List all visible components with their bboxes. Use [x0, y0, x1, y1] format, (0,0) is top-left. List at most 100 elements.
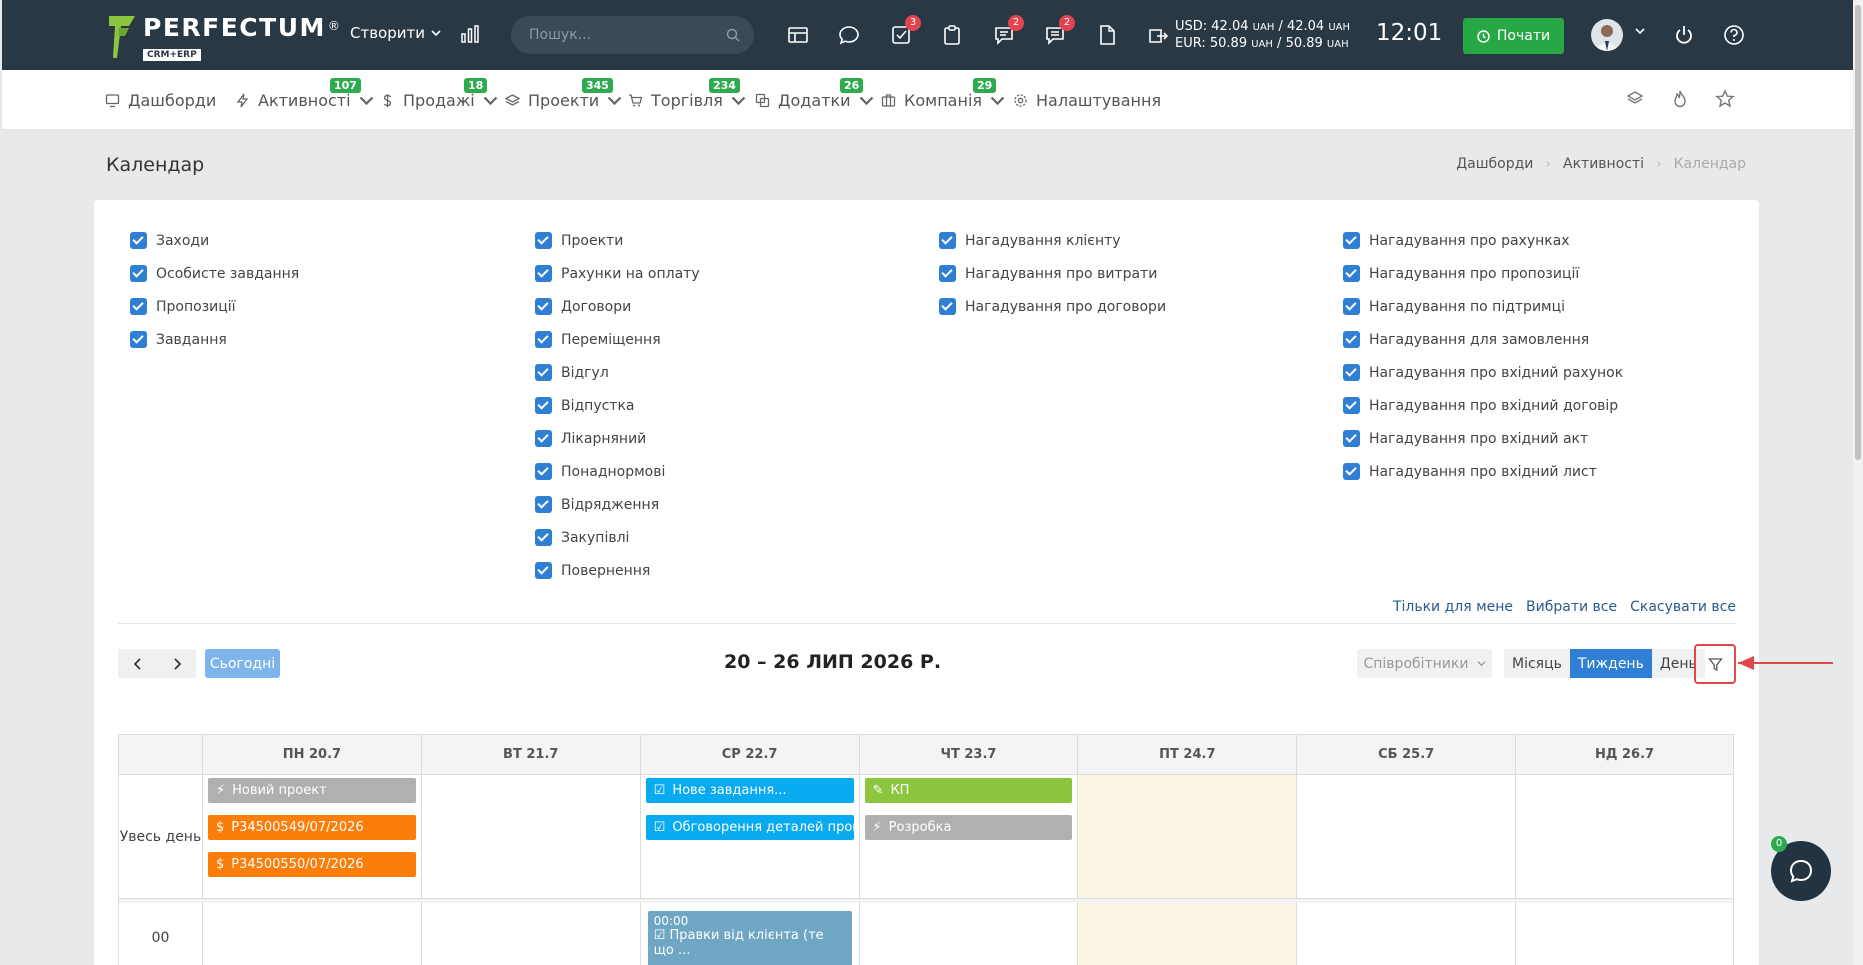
time-cell[interactable]: [1296, 903, 1515, 965]
checkbox[interactable]: [535, 496, 552, 513]
checkbox[interactable]: [1343, 364, 1360, 381]
checkbox[interactable]: [535, 562, 552, 579]
avatar[interactable]: [1591, 19, 1623, 51]
dashboard-icon[interactable]: [787, 24, 809, 46]
checkbox[interactable]: [130, 331, 147, 348]
checkbox[interactable]: [939, 298, 956, 315]
menu-item-company[interactable]: Компанія 29: [881, 78, 1005, 110]
next-button[interactable]: [157, 649, 196, 678]
event-item[interactable]: ☑ Обговорення деталей пропоз: [645, 815, 854, 840]
time-cell[interactable]: [858, 903, 1078, 965]
star-icon[interactable]: [1715, 89, 1735, 109]
event-item[interactable]: $ P34500549/07/2026: [207, 815, 416, 840]
filter-item[interactable]: Нагадування про договори: [939, 290, 1166, 323]
menu-item-activities[interactable]: Активності 107: [235, 78, 374, 110]
help-icon[interactable]: [1723, 24, 1745, 46]
filter-item[interactable]: Нагадування про вхідний акт: [1343, 422, 1623, 455]
checkbox[interactable]: [535, 331, 552, 348]
day-cell-mon[interactable]: ⚡ Новий проект $ P34500549/07/2026 $ P34500…: [201, 775, 421, 898]
search-icon[interactable]: [726, 28, 740, 42]
filter-item[interactable]: Завдання: [130, 323, 299, 356]
document-icon[interactable]: [1096, 24, 1118, 46]
filter-item[interactable]: Відпустка: [535, 389, 700, 422]
layers-icon[interactable]: [1625, 89, 1645, 109]
filter-item[interactable]: Нагадування клієнту: [939, 224, 1166, 257]
menu-item-addons[interactable]: Додатки 26: [755, 78, 874, 110]
filter-item[interactable]: Нагадування про вхідний договір: [1343, 389, 1623, 422]
event-item[interactable]: $ P34500550/07/2026: [207, 852, 416, 877]
timed-event[interactable]: 00:00 ☑ Правки від клієнта (те що ...: [647, 911, 852, 965]
day-cell-sat[interactable]: [1296, 775, 1515, 898]
event-item[interactable]: ⚡ Розробка: [864, 815, 1073, 840]
checkbox[interactable]: [130, 232, 147, 249]
day-cell-fri[interactable]: [1077, 775, 1297, 898]
filter-item[interactable]: Понаднормові: [535, 455, 700, 488]
filter-item[interactable]: Відрядження: [535, 488, 700, 521]
checkbox[interactable]: [1343, 430, 1360, 447]
exchange-icon[interactable]: [1147, 24, 1169, 46]
filter-item[interactable]: Відгул: [535, 356, 700, 389]
breadcrumb-activities[interactable]: Активності: [1563, 156, 1644, 172]
notes-icon[interactable]: 2: [1044, 15, 1075, 46]
checkbox[interactable]: [1343, 397, 1360, 414]
filter-button[interactable]: [1694, 644, 1736, 684]
page-scrollbar[interactable]: [1853, 0, 1863, 965]
only-me-link[interactable]: Тільки для мене: [1393, 599, 1513, 615]
fire-icon[interactable]: [1670, 89, 1690, 109]
checkbox[interactable]: [535, 364, 552, 381]
filter-item[interactable]: Нагадування про вхідний рахунок: [1343, 356, 1623, 389]
menu-item-dashboards[interactable]: Дашборди: [105, 91, 216, 110]
filter-item[interactable]: Нагадування про рахунках: [1343, 224, 1623, 257]
checkbox[interactable]: [535, 463, 552, 480]
filter-item[interactable]: Пропозиції: [130, 290, 299, 323]
checkbox[interactable]: [130, 298, 147, 315]
filter-item[interactable]: Заходи: [130, 224, 299, 257]
checkbox[interactable]: [535, 430, 552, 447]
day-cell-thu[interactable]: ✎ КП ⚡ Розробка: [858, 775, 1078, 898]
checkbox[interactable]: [1343, 232, 1360, 249]
checkbox[interactable]: [535, 529, 552, 546]
select-all-link[interactable]: Вибрати все: [1526, 599, 1617, 615]
time-cell[interactable]: [1077, 903, 1297, 965]
clipboard-icon[interactable]: [941, 24, 963, 46]
checkbox[interactable]: [939, 232, 956, 249]
filter-item[interactable]: Нагадування про вхідний лист: [1343, 455, 1623, 488]
menu-item-trade[interactable]: Торгівля 234: [628, 78, 746, 110]
today-button[interactable]: Сьогодні: [205, 649, 280, 678]
checkbox[interactable]: [939, 265, 956, 282]
staff-select[interactable]: Співробітники: [1357, 649, 1492, 678]
week-view-button[interactable]: Тиждень: [1569, 649, 1652, 678]
tasks-check-icon[interactable]: 3: [890, 15, 921, 46]
checkbox[interactable]: [535, 265, 552, 282]
menu-item-sales[interactable]: Продажі 18: [380, 78, 498, 110]
filter-item[interactable]: Лікарняний: [535, 422, 700, 455]
checkbox[interactable]: [535, 298, 552, 315]
checkbox[interactable]: [1343, 463, 1360, 480]
menu-item-settings[interactable]: Налаштування: [1013, 91, 1161, 110]
filter-item[interactable]: Закупівлі: [535, 521, 700, 554]
chat-bubble-icon[interactable]: [838, 24, 860, 46]
menu-item-projects[interactable]: Проекти 345: [505, 78, 622, 110]
event-item[interactable]: ✎ КП: [864, 778, 1073, 803]
filter-item[interactable]: Особисте завдання: [130, 257, 299, 290]
time-cell[interactable]: [420, 903, 640, 965]
month-view-button[interactable]: Місяць: [1504, 649, 1570, 678]
cancel-all-link[interactable]: Скасувати все: [1630, 599, 1736, 615]
prev-button[interactable]: [118, 649, 157, 678]
checkbox[interactable]: [130, 265, 147, 282]
create-button[interactable]: Створити: [350, 24, 441, 42]
day-cell-wed[interactable]: ☑ Нове завдання... ☑ Обговорення деталей п…: [639, 775, 859, 898]
chevron-down-icon[interactable]: [1635, 26, 1645, 36]
filter-item[interactable]: Нагадування про пропозиції: [1343, 257, 1623, 290]
checkbox[interactable]: [535, 232, 552, 249]
day-cell-tue[interactable]: [420, 775, 640, 898]
checkbox[interactable]: [1343, 265, 1360, 282]
filter-item[interactable]: Проекти: [535, 224, 700, 257]
time-cell[interactable]: [1515, 903, 1733, 965]
time-cell[interactable]: [201, 903, 421, 965]
breadcrumb-dashboards[interactable]: Дашборди: [1456, 156, 1533, 172]
checkbox[interactable]: [535, 397, 552, 414]
start-timer-button[interactable]: Почати: [1463, 18, 1564, 54]
scrollbar-thumb[interactable]: [1855, 5, 1861, 460]
checkbox[interactable]: [1343, 331, 1360, 348]
